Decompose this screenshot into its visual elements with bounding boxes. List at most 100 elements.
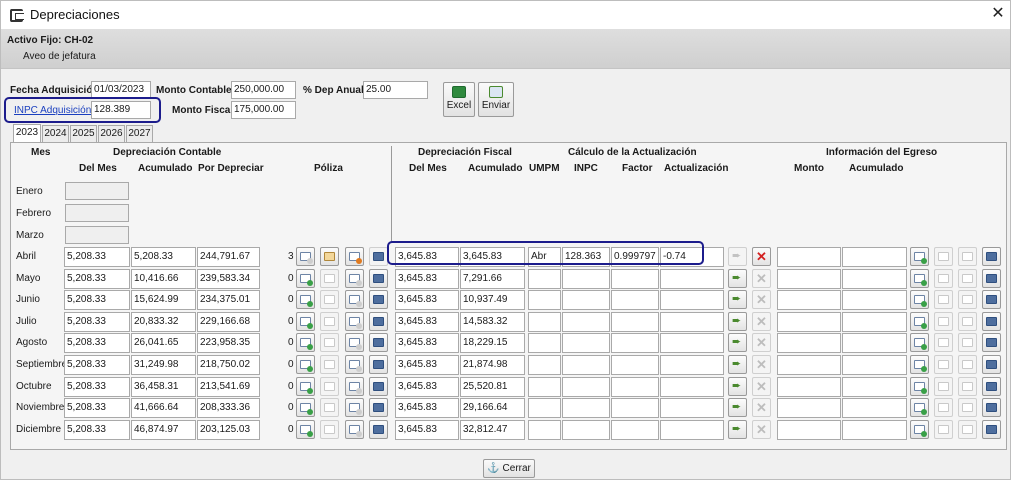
acumulado-field[interactable]: 20,833.32 [131, 312, 196, 332]
remove-poliza-button[interactable] [345, 247, 364, 266]
factor-field[interactable] [611, 290, 659, 310]
egreso-view-button[interactable] [982, 290, 1001, 309]
egreso-new-button[interactable] [910, 377, 929, 396]
fiscal-del-mes-field[interactable]: 3,645.83 [395, 312, 459, 332]
del-mes-field[interactable]: 5,208.33 [64, 290, 130, 310]
factor-field[interactable] [611, 355, 659, 375]
view-poliza-button[interactable] [369, 333, 388, 352]
egreso-monto-field[interactable] [777, 247, 841, 267]
tab-2023[interactable]: 2023 [13, 124, 41, 142]
actualizacion-field[interactable] [660, 377, 724, 397]
dep-anual-field[interactable]: 25.00 [363, 81, 428, 99]
factor-field[interactable] [611, 312, 659, 332]
acumulado-field[interactable]: 10,416.66 [131, 269, 196, 289]
egreso-monto-field[interactable] [777, 290, 841, 310]
monto-contable-field[interactable]: 250,000.00 [231, 81, 296, 99]
por-depreciar-field[interactable]: 229,166.68 [197, 312, 260, 332]
egreso-acumulado-field[interactable] [842, 247, 907, 267]
egreso-acumulado-field[interactable] [842, 333, 907, 353]
apply-button[interactable]: ➨ [728, 333, 747, 352]
egreso-view-button[interactable] [982, 333, 1001, 352]
fiscal-del-mes-field[interactable]: 3,645.83 [395, 420, 459, 440]
fiscal-del-mes-field[interactable]: 3,645.83 [395, 355, 459, 375]
acumulado-field[interactable]: 46,874.97 [131, 420, 196, 440]
new-poliza-button[interactable] [296, 333, 315, 352]
egreso-view-button[interactable] [982, 355, 1001, 374]
new-poliza-button[interactable] [296, 247, 315, 266]
view-poliza-button[interactable] [369, 355, 388, 374]
egreso-acumulado-field[interactable] [842, 420, 907, 440]
del-mes-field[interactable]: 5,208.33 [64, 312, 130, 332]
inpc-field[interactable] [562, 290, 610, 310]
egreso-monto-field[interactable] [777, 355, 841, 375]
del-mes-field[interactable]: 5,208.33 [64, 355, 130, 375]
actualizacion-field[interactable] [660, 398, 724, 418]
apply-button[interactable]: ➨ [728, 355, 747, 374]
monto-fiscal-field[interactable]: 175,000.00 [231, 101, 296, 119]
fiscal-acumulado-field[interactable]: 7,291.66 [460, 269, 525, 289]
inpc-field[interactable] [562, 269, 610, 289]
fiscal-acumulado-field[interactable]: 21,874.98 [460, 355, 525, 375]
del-mes-field[interactable]: 5,208.33 [64, 398, 130, 418]
por-depreciar-field[interactable]: 239,583.34 [197, 269, 260, 289]
por-depreciar-field[interactable]: 208,333.36 [197, 398, 260, 418]
new-poliza-button[interactable] [296, 355, 315, 374]
inpc-field[interactable] [562, 333, 610, 353]
egreso-monto-field[interactable] [777, 312, 841, 332]
egreso-monto-field[interactable] [777, 377, 841, 397]
remove-poliza-button[interactable] [345, 398, 364, 417]
egreso-acumulado-field[interactable] [842, 290, 907, 310]
new-poliza-button[interactable] [296, 377, 315, 396]
view-poliza-button[interactable] [369, 377, 388, 396]
umpm-field[interactable] [528, 333, 561, 353]
fiscal-del-mes-field[interactable]: 3,645.83 [395, 269, 459, 289]
egreso-acumulado-field[interactable] [842, 355, 907, 375]
egreso-view-button[interactable] [982, 312, 1001, 331]
fiscal-acumulado-field[interactable]: 25,520.81 [460, 377, 525, 397]
inpc-field[interactable] [562, 420, 610, 440]
egreso-view-button[interactable] [982, 247, 1001, 266]
factor-field[interactable] [611, 420, 659, 440]
acumulado-field[interactable]: 36,458.31 [131, 377, 196, 397]
actualizacion-field[interactable] [660, 355, 724, 375]
umpm-field[interactable] [528, 269, 561, 289]
new-poliza-button[interactable] [296, 398, 315, 417]
del-mes-field[interactable]: 5,208.33 [64, 377, 130, 397]
egreso-new-button[interactable] [910, 290, 929, 309]
egreso-monto-field[interactable] [777, 269, 841, 289]
remove-poliza-button[interactable] [345, 269, 364, 288]
por-depreciar-field[interactable]: 203,125.03 [197, 420, 260, 440]
close-icon[interactable]: ✕ [988, 4, 1008, 24]
egreso-acumulado-field[interactable] [842, 269, 907, 289]
remove-poliza-button[interactable] [345, 377, 364, 396]
view-poliza-button[interactable] [369, 398, 388, 417]
factor-field[interactable] [611, 333, 659, 353]
por-depreciar-field[interactable]: 244,791.67 [197, 247, 260, 267]
fiscal-acumulado-field[interactable]: 18,229.15 [460, 333, 525, 353]
egreso-monto-field[interactable] [777, 420, 841, 440]
view-poliza-button[interactable] [369, 312, 388, 331]
tab-2027[interactable]: 2027 [126, 125, 153, 142]
umpm-field[interactable] [528, 312, 561, 332]
view-poliza-button[interactable] [369, 420, 388, 439]
enviar-button[interactable]: Enviar [478, 82, 514, 117]
fecha-adquisicion-field[interactable]: 01/03/2023 [91, 81, 151, 99]
egreso-new-button[interactable] [910, 398, 929, 417]
egreso-acumulado-field[interactable] [842, 398, 907, 418]
new-poliza-button[interactable] [296, 269, 315, 288]
egreso-view-button[interactable] [982, 269, 1001, 288]
inpc-field[interactable] [562, 312, 610, 332]
new-poliza-button[interactable] [296, 312, 315, 331]
egreso-acumulado-field[interactable] [842, 377, 907, 397]
inpc-field[interactable] [562, 355, 610, 375]
apply-button[interactable]: ➨ [728, 420, 747, 439]
inpc-field[interactable]: 128.363 [562, 247, 610, 267]
factor-field[interactable] [611, 269, 659, 289]
del-mes-field[interactable]: 5,208.33 [64, 420, 130, 440]
actualizacion-field[interactable] [660, 420, 724, 440]
acumulado-field[interactable]: 5,208.33 [131, 247, 196, 267]
acumulado-field[interactable]: 31,249.98 [131, 355, 196, 375]
fiscal-acumulado-field[interactable]: 14,583.32 [460, 312, 525, 332]
del-mes-field[interactable]: 5,208.33 [64, 333, 130, 353]
umpm-field[interactable] [528, 377, 561, 397]
